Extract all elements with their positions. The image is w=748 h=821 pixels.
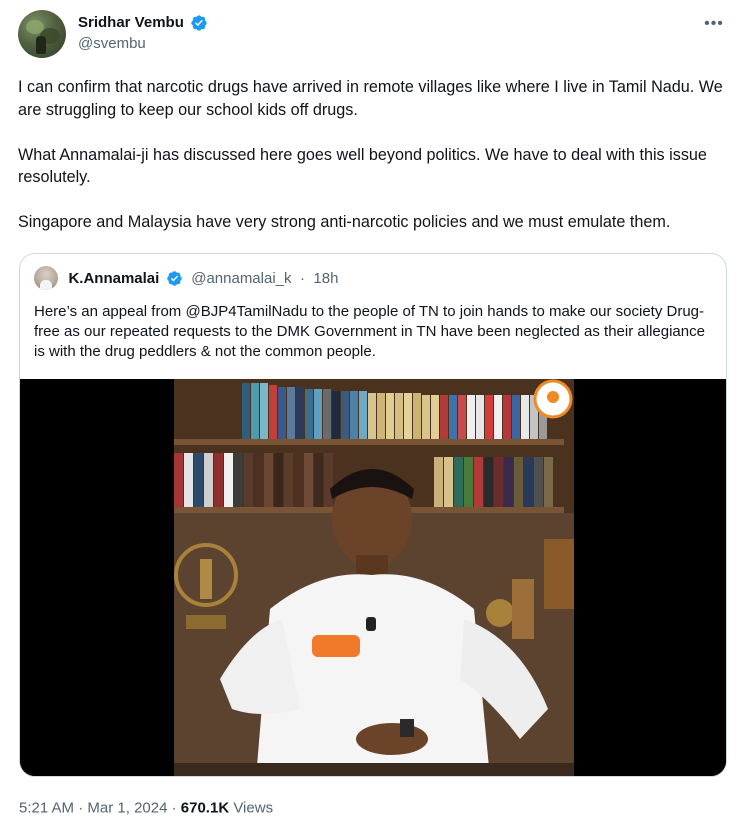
tweet-time[interactable]: 5:21 AM (19, 800, 74, 817)
verified-badge-icon (167, 270, 182, 286)
views-count: 670.1K (180, 799, 230, 817)
views-label: Views (233, 799, 274, 817)
quoted-tweet-text: Here’s an appeal from @BJP4TamilNadu to … (34, 303, 705, 360)
author-handle[interactable]: @svembu (78, 34, 208, 54)
separator-dot: · (299, 269, 305, 287)
author-avatar[interactable] (18, 10, 66, 58)
author-display-name[interactable]: Sridhar Vembu (78, 13, 184, 33)
quoted-tweet-card[interactable]: K.Annamalai @annamalai_k · 18h Here’s an… (19, 253, 727, 777)
quoted-author-handle[interactable]: @annamalai_k (191, 270, 291, 287)
quoted-tweet-time[interactable]: 18h (313, 270, 338, 287)
tweet-header: Sridhar Vembu @svembu ••• (18, 10, 730, 62)
quoted-author-display-name[interactable]: K.Annamalai (68, 270, 159, 287)
video-frame-illustration (20, 379, 726, 776)
separator-dot: · (171, 799, 177, 817)
author-name-block: Sridhar Vembu @svembu (78, 13, 208, 54)
quoted-tweet-header: K.Annamalai @annamalai_k · 18h (34, 266, 338, 290)
quoted-video-thumbnail[interactable] (20, 379, 726, 776)
more-horizontal-icon[interactable]: ••• (702, 14, 726, 38)
separator-dot: · (78, 799, 84, 817)
tweet-paragraph: What Annamalai-ji has discussed here goe… (18, 145, 707, 187)
tweet-footer: 5:21 AM · Mar 1, 2024 · 670.1K Views (19, 799, 273, 817)
verified-badge-icon (191, 15, 208, 31)
tweet-paragraph: I can confirm that narcotic drugs have a… (18, 78, 723, 119)
tweet-date[interactable]: Mar 1, 2024 (87, 800, 167, 817)
tweet-text: I can confirm that narcotic drugs have a… (18, 76, 733, 256)
quoted-author-avatar[interactable] (34, 266, 58, 290)
tweet-paragraph: Singapore and Malaysia have very strong … (18, 213, 671, 231)
